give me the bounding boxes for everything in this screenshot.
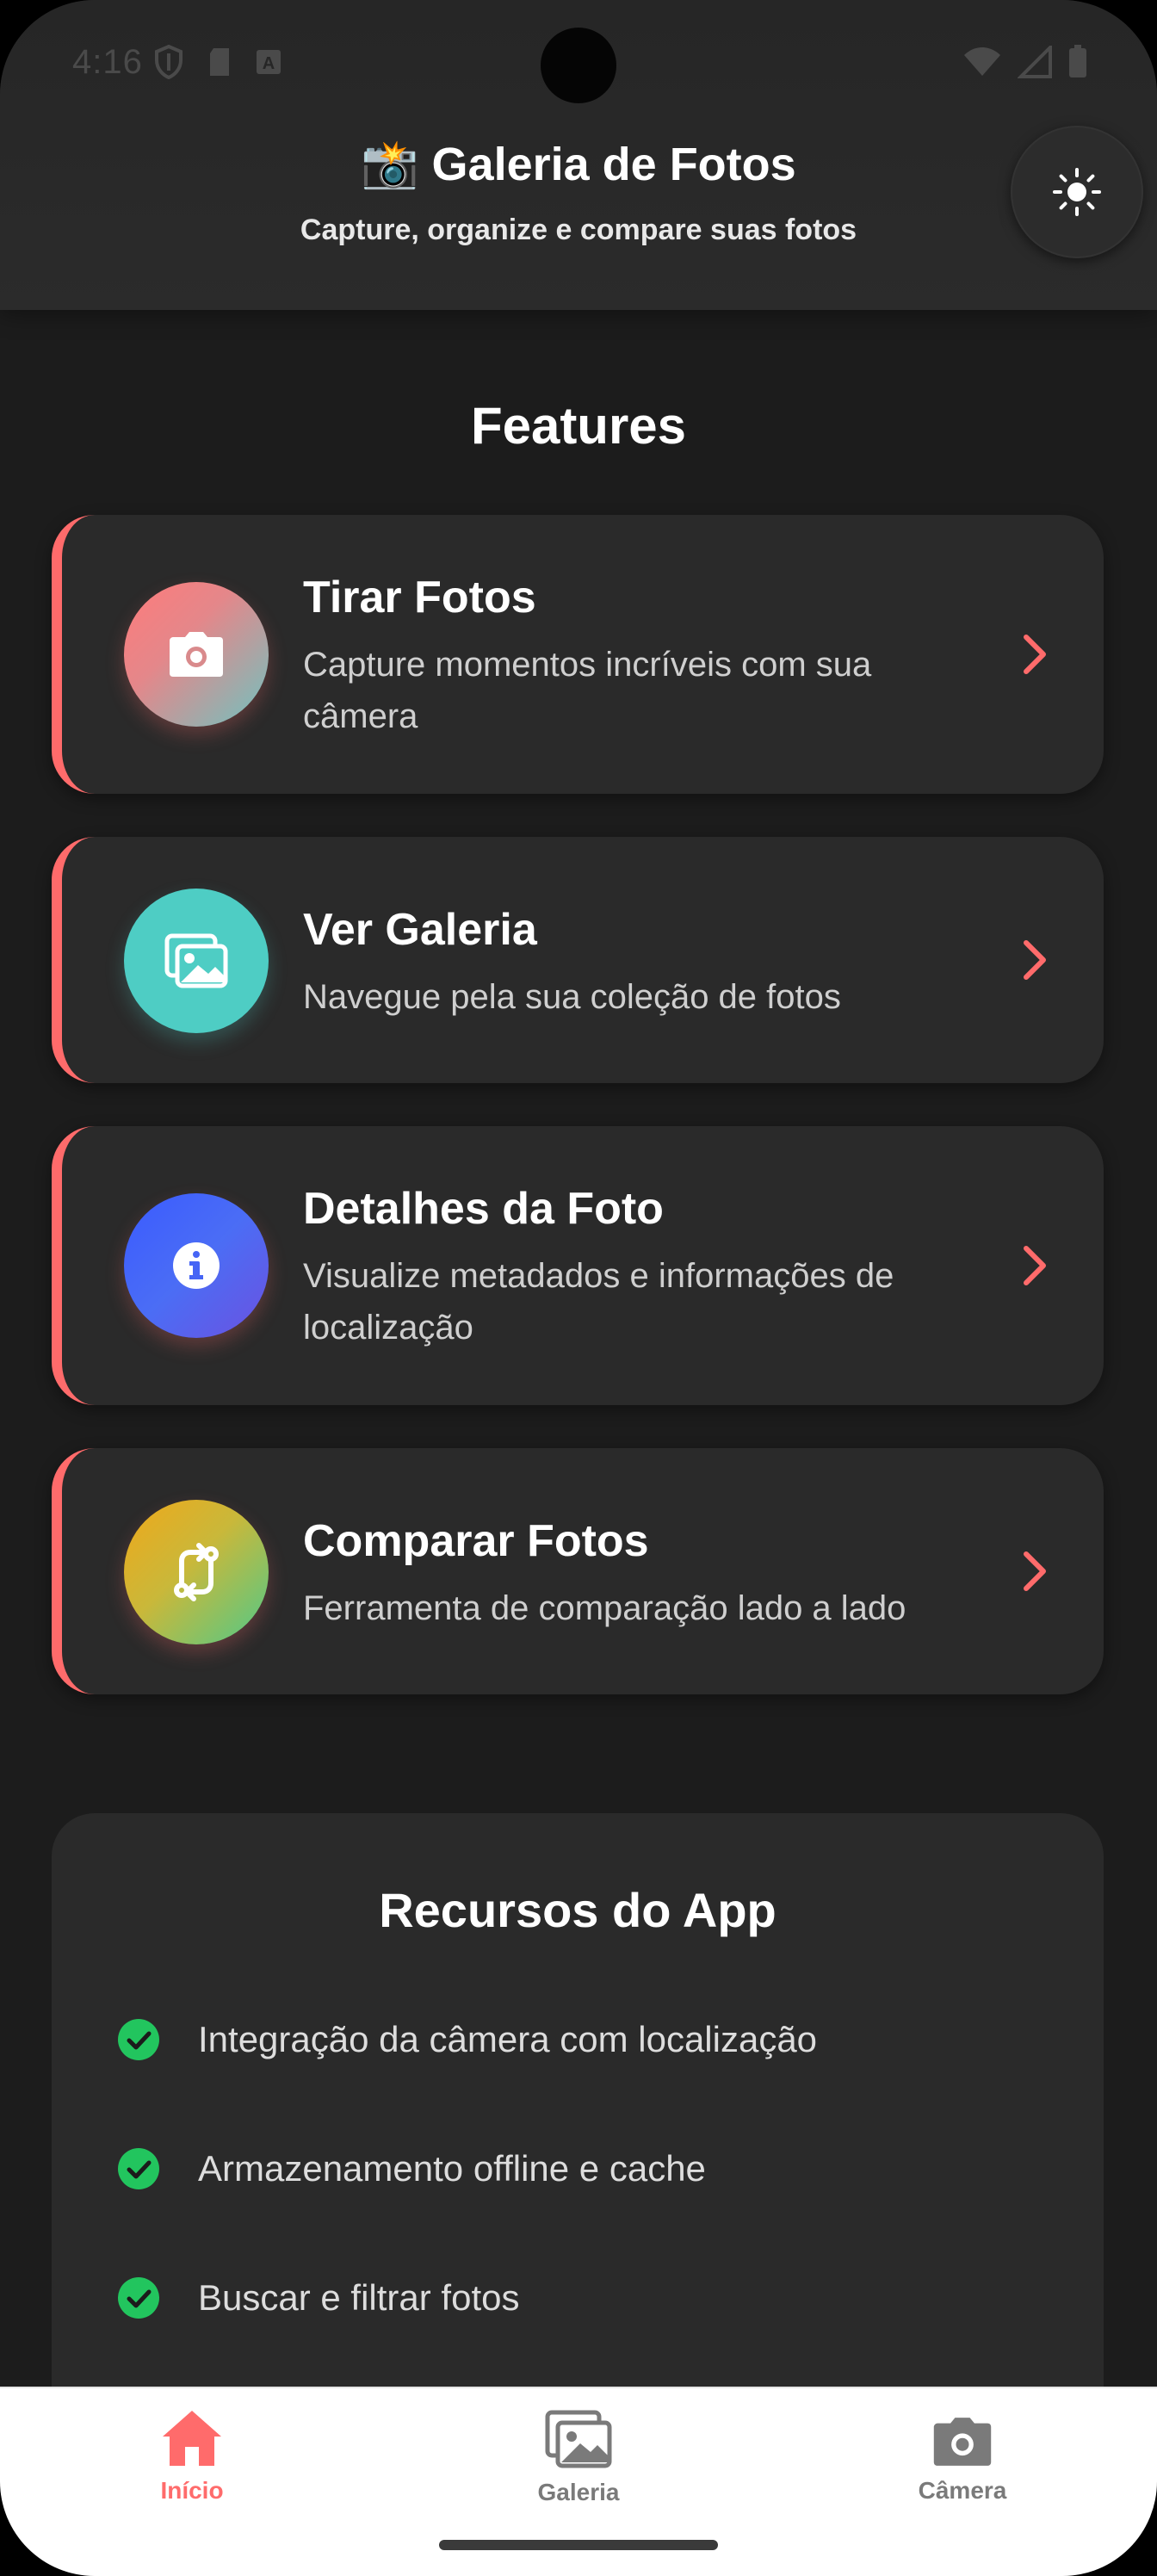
resource-item: Integração da câmera com localização [117, 2018, 817, 2061]
feature-description: Capture momentos incríveis com sua câmer… [303, 646, 872, 735]
feature-icon-circle [124, 1193, 269, 1338]
nav-label: Início [160, 2477, 224, 2504]
check-circle-icon [118, 2019, 159, 2060]
signal-icon [1018, 46, 1052, 78]
info-icon [173, 1242, 220, 1289]
feature-description: Ferramenta de comparação lado a lado [303, 1589, 906, 1627]
feature-title: Detalhes da Foto [303, 1184, 664, 1234]
feature-description: Visualize metadados e informações de loc… [303, 1257, 894, 1347]
sd-card-icon [210, 48, 229, 76]
chevron-right-icon [1024, 1551, 1046, 1591]
chevron-right-icon [1024, 940, 1046, 980]
app-subtitle: Capture, organize e compare suas fotos [300, 214, 857, 246]
feature-title: Ver Galeria [303, 905, 537, 955]
app-screen: 4:16 A 📸 Galeria de Fotos Capture, organ… [0, 0, 1157, 2576]
gallery-icon [545, 2410, 612, 2468]
feature-card-gallery[interactable]: Ver Galeria Navegue pela sua coleção de … [52, 837, 1104, 1083]
feature-title: Tirar Fotos [303, 573, 536, 622]
resource-text: Integração da câmera com localização [198, 2019, 818, 2059]
chevron-right-icon [1024, 635, 1046, 674]
check-circle-icon [118, 2277, 159, 2319]
status-bar: 4:16 A [0, 0, 1157, 129]
gallery-icon [164, 933, 228, 988]
status-time: 4:16 [72, 43, 143, 81]
app-title: 📸 Galeria de Fotos [361, 139, 796, 190]
resource-text: Armazenamento offline e cache [198, 2148, 706, 2189]
nav-label: Câmera [918, 2477, 1007, 2504]
feature-card-photo-details[interactable]: Detalhes da Foto Visualize metadados e i… [52, 1126, 1104, 1405]
nav-item-camera[interactable]: Câmera [833, 2409, 1092, 2505]
feature-icon-circle [124, 889, 269, 1033]
chevron-right-icon [1024, 1246, 1046, 1285]
resources-title: Recursos do App [379, 1883, 776, 1937]
home-indicator[interactable] [439, 2540, 718, 2550]
feature-title: Comparar Fotos [303, 1516, 649, 1566]
app-header: 4:16 A 📸 Galeria de Fotos Capture, organ… [0, 0, 1157, 310]
nav-item-inicio[interactable]: Início [63, 2409, 321, 2505]
theme-toggle-button[interactable] [1011, 126, 1143, 258]
camera-icon [170, 632, 223, 677]
wifi-icon [964, 47, 1000, 76]
battery-icon [1069, 45, 1086, 77]
keyboard-a-icon: A [257, 50, 281, 74]
feature-description: Navegue pela sua coleção de fotos [303, 978, 841, 1016]
feature-icon-circle [124, 1500, 269, 1644]
sun-icon [1053, 168, 1101, 216]
svg-text:A: A [263, 54, 275, 73]
check-circle-icon [118, 2148, 159, 2189]
status-right-icons [962, 45, 1088, 79]
camera-cutout [541, 28, 616, 103]
resource-text: Buscar e filtrar fotos [198, 2277, 520, 2318]
feature-card-compare-photos[interactable]: Comparar Fotos Ferramenta de comparação … [52, 1448, 1104, 1694]
feature-icon-circle [124, 582, 269, 727]
status-left-icons: A [153, 45, 282, 79]
nav-item-galeria[interactable]: Galeria [449, 2409, 708, 2506]
home-icon [163, 2411, 221, 2466]
feature-card-take-photos[interactable]: Tirar Fotos Capture momentos incríveis c… [52, 515, 1104, 794]
resource-item: Buscar e filtrar fotos [117, 2276, 519, 2319]
resource-item: Armazenamento offline e cache [117, 2147, 706, 2190]
camera-icon [933, 2418, 992, 2466]
compare-icon [174, 1543, 219, 1601]
features-title: Features [470, 397, 687, 455]
nav-label: Galeria [537, 2479, 620, 2505]
shield-icon [155, 45, 183, 79]
